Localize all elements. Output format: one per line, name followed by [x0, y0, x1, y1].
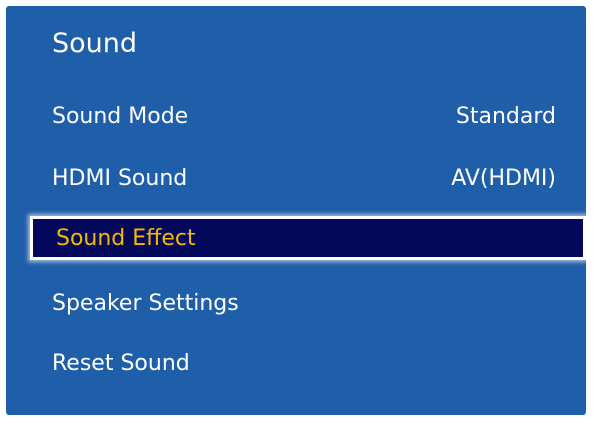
sound-menu-panel: Sound Sound Mode Standard HDMI Sound AV(… [6, 6, 586, 415]
menu-item-label: Sound Effect [56, 225, 196, 251]
menu-item-label: Sound Mode [52, 103, 189, 129]
menu-item-label: Speaker Settings [52, 290, 239, 316]
menu-item-hdmi-sound[interactable]: HDMI Sound AV(HDMI) [26, 156, 586, 200]
menu-item-reset-sound[interactable]: Reset Sound [26, 341, 586, 385]
menu-item-sound-mode[interactable]: Sound Mode Standard [26, 94, 586, 138]
menu-item-value: Standard [455, 103, 556, 129]
menu-item-value: AV(HDMI) [451, 165, 556, 191]
menu-item-label: HDMI Sound [52, 165, 188, 191]
menu-title: Sound [52, 28, 138, 59]
menu-item-speaker-settings[interactable]: Speaker Settings [26, 281, 586, 325]
menu-item-label: Reset Sound [52, 350, 190, 376]
menu-item-sound-effect[interactable]: Sound Effect [30, 216, 586, 260]
